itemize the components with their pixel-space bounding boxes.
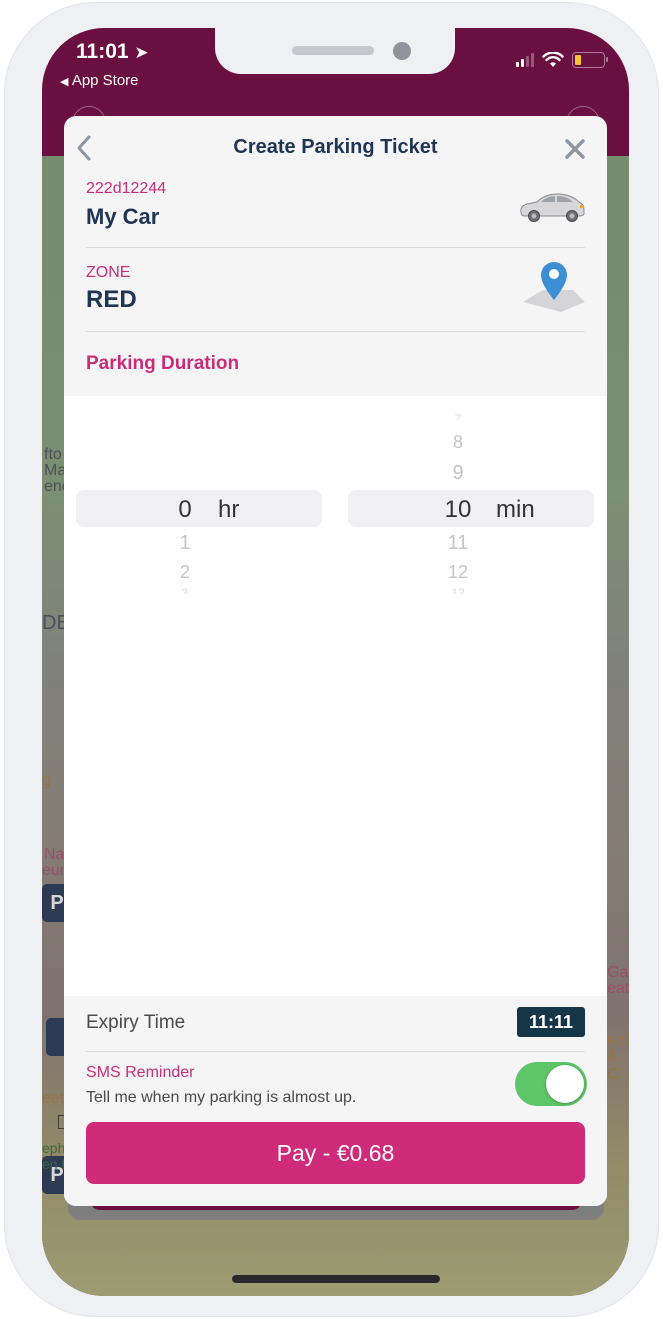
minute-wheel[interactable]: 7 8 9 10 min 11 12 13 — [348, 396, 594, 606]
minute-option[interactable]: 11 — [322, 532, 594, 555]
back-triangle-icon: ◀ — [60, 76, 69, 88]
location-arrow-icon: ➤ — [134, 43, 149, 62]
duration-picker[interactable]: 0 hr 1 2 3 7 8 9 10 min 11 12 13 — [64, 396, 607, 996]
modal-header: Create Parking Ticket — [64, 116, 607, 178]
map-pin-icon — [523, 262, 585, 312]
toggle-knob — [546, 1065, 584, 1103]
back-app-label: App Store — [71, 72, 139, 89]
back-to-app-store[interactable]: ◀ App Store — [60, 72, 139, 89]
close-icon — [565, 139, 585, 159]
status-indicators — [516, 52, 608, 68]
speaker-grille — [292, 46, 374, 55]
minute-option[interactable]: 8 — [322, 432, 594, 453]
modal-footer: Expiry Time 11:11 SMS Reminder Tell me w… — [64, 996, 607, 1206]
minute-option[interactable]: 12 — [322, 562, 594, 583]
pay-button[interactable]: Pay - €0.68 — [86, 1122, 585, 1184]
hour-option[interactable]: 2 — [64, 562, 322, 583]
modal-title: Create Parking Ticket — [233, 136, 438, 158]
minute-selected: 10 — [444, 496, 472, 523]
expiry-label: Expiry Time — [86, 1012, 186, 1033]
hour-selected: 0 — [178, 496, 192, 523]
sms-reminder-toggle[interactable] — [515, 1062, 587, 1106]
car-icon — [520, 193, 585, 222]
close-button[interactable] — [561, 132, 589, 162]
minute-unit: min — [496, 496, 535, 523]
hour-wheel[interactable]: 0 hr 1 2 3 — [76, 396, 322, 606]
zone-label: ZONE — [86, 264, 131, 281]
device-notch — [215, 28, 455, 74]
hour-option[interactable]: 3 — [64, 586, 322, 594]
parking-duration-label: Parking Duration — [86, 353, 240, 374]
sms-reminder-label: SMS Reminder — [86, 1064, 195, 1081]
hour-unit: hr — [218, 496, 240, 523]
minute-option[interactable]: 7 — [322, 412, 594, 420]
vehicle-row[interactable]: 222d12244 My Car — [86, 178, 585, 248]
sms-reminder-row: SMS Reminder Tell me when my parking is … — [86, 1052, 587, 1114]
phone-frame: fto Mar enc DE g Na eum P eet P Gai eatr… — [4, 2, 659, 1317]
wifi-icon — [542, 52, 564, 67]
home-indicator[interactable] — [232, 1275, 440, 1283]
hour-option[interactable]: 1 — [64, 532, 322, 555]
sms-reminder-description: Tell me when my parking is almost up. — [86, 1089, 357, 1106]
create-ticket-modal: Create Parking Ticket 222d12244 My Car Z… — [64, 116, 607, 1206]
minute-option[interactable]: 13 — [322, 586, 594, 594]
battery-icon — [572, 52, 608, 68]
zone-row[interactable]: ZONE RED — [86, 248, 585, 332]
zone-value: RED — [86, 286, 137, 313]
vehicle-plate: 222d12244 — [86, 180, 167, 197]
clock-text: 11:01 — [76, 40, 129, 63]
minute-option[interactable]: 9 — [322, 462, 594, 485]
screen: fto Mar enc DE g Na eum P eet P Gai eatr… — [42, 28, 629, 1296]
expiry-time-badge: 11:11 — [517, 1007, 585, 1037]
status-time: 11:01 ➤ — [76, 40, 149, 64]
expiry-row: Expiry Time 11:11 — [86, 996, 585, 1052]
front-camera — [393, 42, 411, 60]
cellular-signal-icon — [516, 52, 534, 67]
vehicle-name: My Car — [86, 204, 160, 229]
